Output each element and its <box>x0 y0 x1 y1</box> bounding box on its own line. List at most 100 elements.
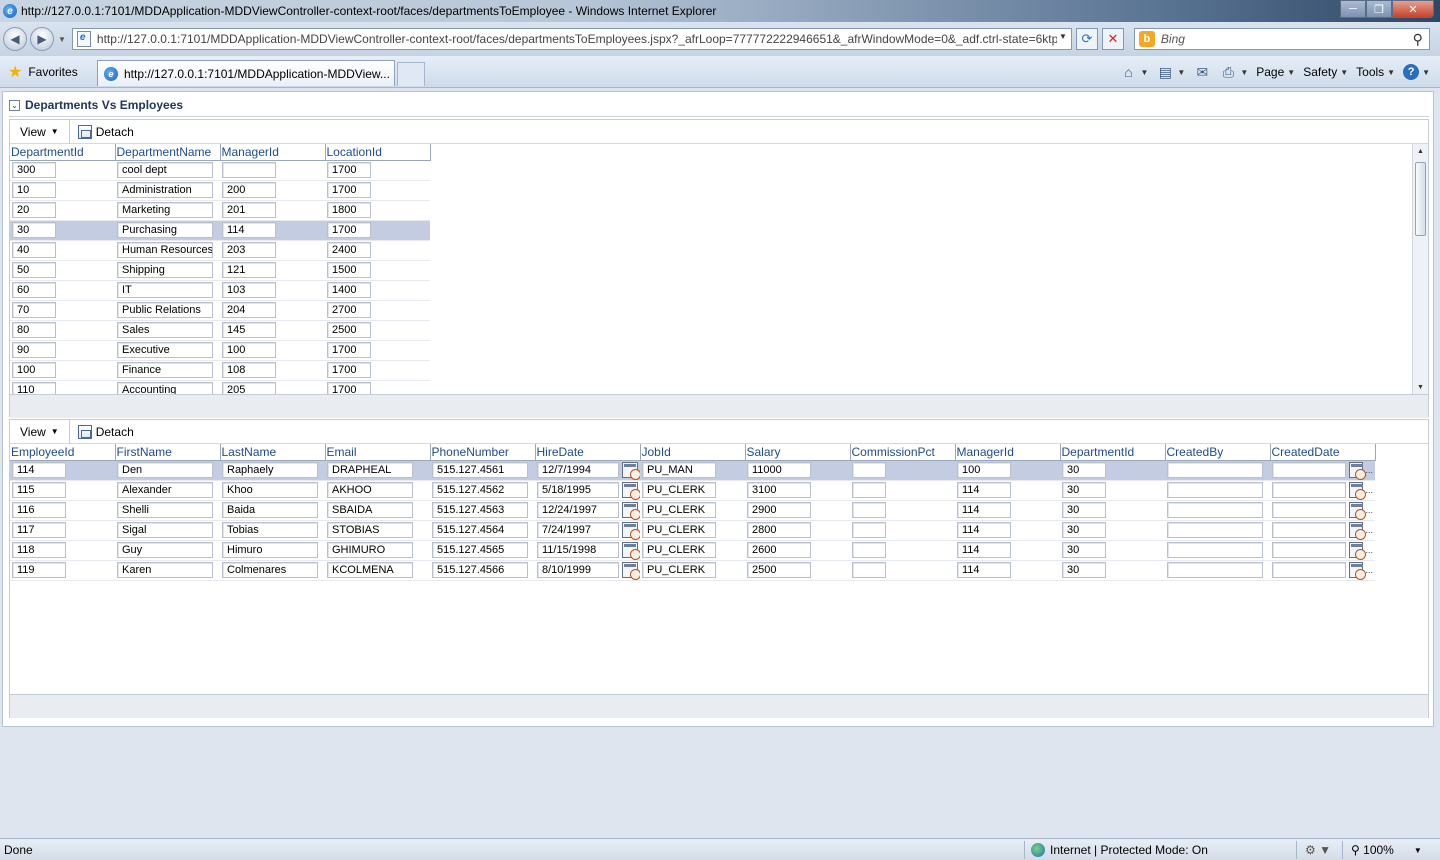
cell-input[interactable]: 204 <box>222 302 276 318</box>
cell-input[interactable]: 2500 <box>747 562 811 578</box>
feeds-button[interactable]: ▤ ▼ <box>1156 63 1186 81</box>
cell-input[interactable]: Tobias <box>222 522 318 538</box>
address-url[interactable]: http://127.0.0.1:7101/MDDApplication-MDD… <box>97 32 1057 46</box>
cell-input[interactable]: PU_CLERK <box>642 502 716 518</box>
cell-input[interactable]: PU_CLERK <box>642 522 716 538</box>
cell-input[interactable]: 7/24/1997 <box>537 522 619 538</box>
cell-input[interactable] <box>852 522 886 538</box>
cell-input[interactable]: 70 <box>12 302 56 318</box>
calendar-icon[interactable] <box>1348 542 1366 559</box>
table-row[interactable]: 119 Karen Colmenares KCOLMENA 515.127.4566 8/… <box>10 560 1375 581</box>
cell-input[interactable] <box>1272 482 1346 498</box>
calendar-icon[interactable] <box>1348 522 1366 539</box>
emp-column-header[interactable]: DepartmentId <box>1060 444 1166 461</box>
cell-input[interactable] <box>1167 462 1263 478</box>
cell-input[interactable]: 30 <box>1062 482 1106 498</box>
departments-vertical-scrollbar[interactable]: ▲ ▼ <box>1412 144 1428 394</box>
table-row[interactable]: 90 Executive 100 1700 <box>10 340 430 361</box>
search-input[interactable]: Bing <box>1161 32 1413 46</box>
cell-input[interactable]: 30 <box>12 222 56 238</box>
cell-input[interactable]: Alexander <box>117 482 213 498</box>
cell-input[interactable] <box>1272 462 1346 478</box>
page-menu[interactable]: Page ▼ <box>1256 65 1295 79</box>
back-button[interactable]: ◀ <box>3 27 27 51</box>
cell-input[interactable]: 2400 <box>327 242 371 258</box>
cell-input[interactable]: Sigal <box>117 522 213 538</box>
calendar-icon[interactable] <box>622 502 640 519</box>
cell-input[interactable]: PU_MAN <box>642 462 716 478</box>
emp-column-header[interactable]: EmployeeId <box>10 444 116 461</box>
cell-input[interactable]: 114 <box>957 482 1011 498</box>
cell-input[interactable]: 515.127.4562 <box>432 482 528 498</box>
collapse-icon[interactable]: ⌄ <box>9 99 20 111</box>
cell-input[interactable]: 30 <box>1062 522 1106 538</box>
cell-input[interactable]: 30 <box>1062 542 1106 558</box>
cell-input[interactable] <box>1272 522 1346 538</box>
cell-input[interactable]: Shelli <box>117 502 213 518</box>
cell-input[interactable]: 114 <box>957 542 1011 558</box>
cell-input[interactable] <box>852 482 886 498</box>
cell-input[interactable]: 30 <box>1062 462 1106 478</box>
table-row[interactable]: 80 Sales 145 2500 <box>10 320 430 341</box>
table-row[interactable]: 50 Shipping 121 1500 <box>10 260 430 281</box>
emp-column-header[interactable]: FirstName <box>115 444 221 461</box>
cell-input[interactable]: Himuro <box>222 542 318 558</box>
minimize-button[interactable]: ─ <box>1340 0 1366 18</box>
cell-input[interactable]: 115 <box>12 482 66 498</box>
departments-view-menu[interactable]: View ▼ <box>10 119 70 144</box>
cell-input[interactable]: 116 <box>12 502 66 518</box>
calendar-icon[interactable] <box>1348 482 1366 499</box>
tools-menu[interactable]: Tools ▼ <box>1356 65 1395 79</box>
emp-column-header[interactable]: CreatedBy <box>1165 444 1271 461</box>
cell-input[interactable]: 2700 <box>327 302 371 318</box>
cell-input[interactable] <box>1167 502 1263 518</box>
table-row[interactable]: 118 Guy Himuro GHIMURO 515.127.4565 11/15/199… <box>10 540 1375 561</box>
cell-input[interactable]: 515.127.4563 <box>432 502 528 518</box>
address-bar[interactable]: http://127.0.0.1:7101/MDDApplication-MDD… <box>71 28 1072 50</box>
stop-button[interactable]: ✕ <box>1101 28 1124 50</box>
cell-input[interactable]: Raphaely <box>222 462 318 478</box>
maximize-button[interactable]: ❐ <box>1366 0 1392 18</box>
cell-input[interactable]: 60 <box>12 282 56 298</box>
cell-input[interactable]: 114 <box>957 562 1011 578</box>
cell-input[interactable]: 1500 <box>327 262 371 278</box>
cell-input[interactable]: 117 <box>12 522 66 538</box>
table-row[interactable]: 114 Den Raphaely DRAPHEAL 515.127.4561 12/7/1… <box>10 460 1375 481</box>
table-row[interactable]: 40 Human Resources 203 2400 <box>10 240 430 261</box>
cell-input[interactable]: 515.127.4566 <box>432 562 528 578</box>
cell-input[interactable]: 200 <box>222 182 276 198</box>
cell-input[interactable]: 100 <box>957 462 1011 478</box>
cell-input[interactable]: 201 <box>222 202 276 218</box>
cell-input[interactable]: Karen <box>117 562 213 578</box>
cell-input[interactable]: IT <box>117 282 213 298</box>
cell-input[interactable] <box>852 562 886 578</box>
cell-input[interactable]: AKHOO <box>327 482 413 498</box>
cell-input[interactable] <box>852 542 886 558</box>
cell-input[interactable]: 80 <box>12 322 56 338</box>
table-row[interactable]: 60 IT 103 1400 <box>10 280 430 301</box>
cell-input[interactable]: 114 <box>222 222 276 238</box>
cell-input[interactable]: 30 <box>1062 502 1106 518</box>
cell-input[interactable]: SBAIDA <box>327 502 413 518</box>
calendar-icon[interactable] <box>622 562 640 579</box>
cell-input[interactable] <box>852 502 886 518</box>
cell-input[interactable]: Colmenares <box>222 562 318 578</box>
recent-pages-dropdown[interactable]: ▼ <box>58 35 66 44</box>
calendar-icon[interactable] <box>1348 462 1366 479</box>
emp-column-header[interactable]: Email <box>325 444 431 461</box>
cell-input[interactable]: Den <box>117 462 213 478</box>
cell-input[interactable]: PU_CLERK <box>642 562 716 578</box>
cell-input[interactable] <box>1167 522 1263 538</box>
security-zone[interactable]: Internet | Protected Mode: On <box>1024 841 1208 859</box>
emp-column-header[interactable]: JobId <box>640 444 746 461</box>
cell-input[interactable]: 20 <box>12 202 56 218</box>
cell-input[interactable]: Guy <box>117 542 213 558</box>
cell-input[interactable]: 515.127.4564 <box>432 522 528 538</box>
calendar-icon[interactable] <box>622 522 640 539</box>
cell-input[interactable]: 145 <box>222 322 276 338</box>
cell-input[interactable]: PU_CLERK <box>642 542 716 558</box>
cell-input[interactable]: 11000 <box>747 462 811 478</box>
cell-input[interactable]: Sales <box>117 322 213 338</box>
cell-input[interactable]: 114 <box>957 522 1011 538</box>
print-button[interactable]: ⎙ ▼ <box>1219 63 1249 81</box>
